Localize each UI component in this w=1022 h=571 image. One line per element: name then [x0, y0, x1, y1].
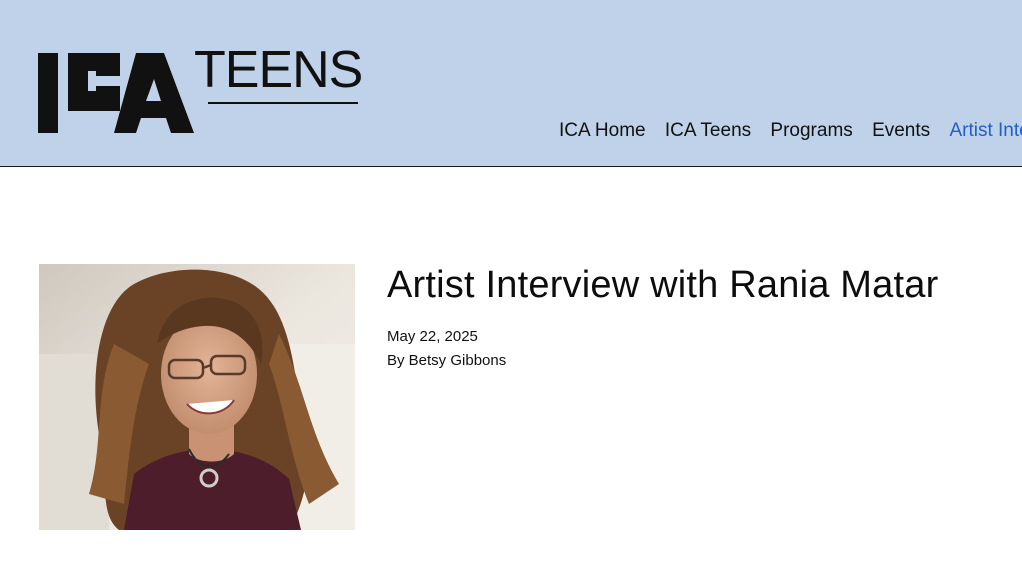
- article-meta: May 22, 2025 By Betsy Gibbons: [387, 325, 938, 373]
- nav-item-ica-teens[interactable]: ICA Teens: [665, 120, 751, 142]
- article-byline: By Betsy Gibbons: [387, 352, 507, 369]
- logo-underline: [208, 102, 358, 104]
- portrait-illustration: [39, 264, 355, 530]
- main-nav: ICA Home ICA Teens Programs Events Artis…: [559, 120, 1022, 142]
- site-header: TEENS ICA Home ICA Teens Programs Events…: [0, 0, 1022, 167]
- article-title: Artist Interview with Rania Matar: [387, 264, 939, 306]
- ica-teens-logo[interactable]: TEENS: [38, 41, 363, 138]
- nav-item-artist-interviews[interactable]: Artist Interviews: [949, 120, 1022, 142]
- article-date: May 22, 2025: [387, 328, 478, 345]
- nav-item-programs[interactable]: Programs: [770, 120, 852, 142]
- teens-wordmark: TEENS: [194, 41, 363, 99]
- article-header: Artist Interview with Rania Matar May 22…: [387, 262, 938, 373]
- ica-logo-icon: [38, 53, 194, 133]
- nav-item-events[interactable]: Events: [872, 120, 930, 142]
- nav-item-ica-home[interactable]: ICA Home: [559, 120, 646, 142]
- artist-portrait-image: [39, 264, 355, 530]
